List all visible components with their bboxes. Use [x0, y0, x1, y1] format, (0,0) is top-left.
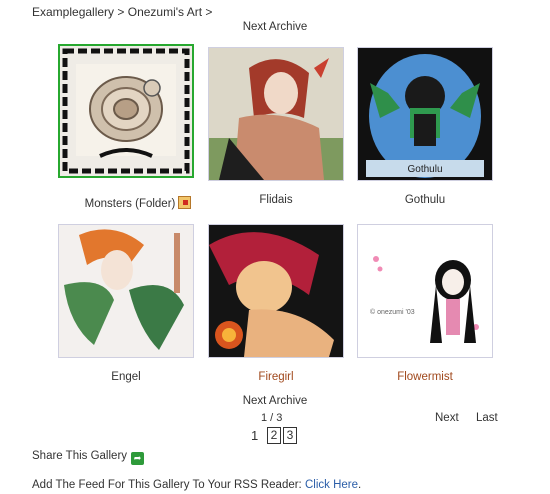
next-archive-link-top[interactable]: Next Archive [0, 21, 550, 33]
next-page-link[interactable]: Next [435, 412, 459, 424]
rss-line: Add The Feed For This Gallery To Your RS… [32, 479, 361, 491]
flowermist-image: © onezumi '03 [358, 225, 492, 357]
page-2-link[interactable]: 2 [267, 427, 281, 444]
breadcrumb: Examplegallery > Onezumi's Art > [32, 5, 212, 19]
next-archive-link-bottom[interactable]: Next Archive [0, 395, 550, 407]
gothulu-image: Gothulu [358, 48, 492, 180]
breadcrumb-root-link[interactable]: Examplegallery [32, 5, 114, 19]
monsters-folder-image [60, 46, 192, 176]
breadcrumb-current-link[interactable]: Onezumi's Art [128, 5, 202, 19]
engel-link[interactable]: Engel [58, 371, 194, 383]
engel-image [59, 225, 193, 357]
flowermist-copyright: © onezumi '03 [370, 308, 415, 316]
monsters-folder-link[interactable]: Monsters (Folder) [85, 198, 176, 210]
rss-text: Add The Feed For This Gallery To Your RS… [32, 479, 305, 491]
page-count: 1 / 3 [261, 412, 283, 424]
thumb-firegirl[interactable] [208, 224, 344, 358]
thumb-engel[interactable] [58, 224, 194, 358]
gothulu-image-label: Gothulu [407, 164, 442, 175]
page-3-link[interactable]: 3 [283, 427, 297, 444]
rss-period: . [358, 479, 362, 491]
gallery-item-caption[interactable]: Monsters (Folder) [58, 196, 218, 210]
thumb-flidais[interactable] [208, 47, 344, 181]
folder-icon [178, 196, 192, 209]
flowermist-link[interactable]: Flowermist [357, 371, 493, 383]
breadcrumb-separator: > [205, 5, 213, 19]
thumb-monsters-folder[interactable] [58, 44, 194, 178]
last-page-link[interactable]: Last [476, 412, 498, 424]
flidais-image [209, 48, 343, 180]
rss-click-here-link[interactable]: Click Here [305, 479, 358, 491]
firegirl-link[interactable]: Firegirl [208, 371, 344, 383]
gothulu-link[interactable]: Gothulu [357, 194, 493, 206]
share-gallery-label[interactable]: Share This Gallery [32, 450, 127, 462]
share-icon[interactable]: ➦ [131, 452, 145, 465]
thumb-gothulu[interactable]: Gothulu [357, 47, 493, 181]
flidais-link[interactable]: Flidais [208, 194, 344, 206]
share-gallery[interactable]: Share This Gallery ➦ [32, 450, 145, 465]
thumb-flowermist[interactable]: © onezumi '03 [357, 224, 493, 358]
current-page: 1 [251, 428, 259, 443]
firegirl-image [209, 225, 343, 357]
breadcrumb-separator: > [117, 5, 125, 19]
